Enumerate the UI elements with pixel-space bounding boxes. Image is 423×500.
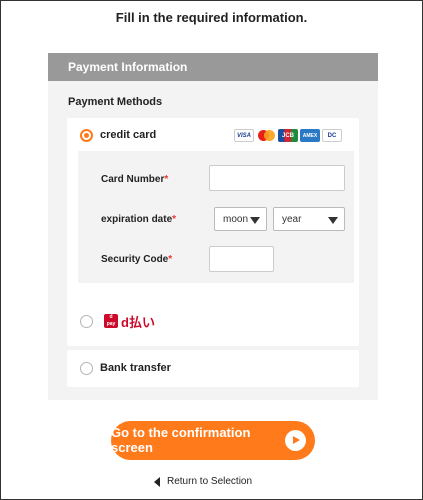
card-fields: Card Number* expiration date* moon year … <box>78 151 354 283</box>
play-arrow-icon <box>285 430 306 451</box>
dpay-logo-icon: d pay <box>104 314 118 328</box>
expiration-year-select[interactable]: year <box>273 207 345 231</box>
bank-transfer-option[interactable]: Bank transfer <box>67 350 359 387</box>
expiration-year-value: year <box>282 213 302 225</box>
expiration-month-value: moon <box>223 213 249 225</box>
credit-card-label: credit card <box>100 129 157 141</box>
expiration-date-label: expiration date* <box>101 214 177 225</box>
expiration-month-select[interactable]: moon <box>214 207 267 231</box>
dpay-logo-text: d払い <box>121 315 155 330</box>
card-number-label: Card Number* <box>101 174 169 185</box>
card-number-input[interactable] <box>209 165 345 191</box>
payment-panel: Payment Information Payment Methods cred… <box>48 53 378 400</box>
dpay-option[interactable]: d pay d払い <box>67 303 359 340</box>
return-link[interactable]: Return to Selection <box>154 476 252 487</box>
jcb-icon: JCB <box>278 129 298 142</box>
page-heading: Fill in the required information. <box>115 10 308 25</box>
panel-title: Payment Information <box>48 53 378 81</box>
security-code-label: Security Code* <box>101 254 173 265</box>
credit-card-radio[interactable] <box>80 129 93 142</box>
bank-transfer-label: Bank transfer <box>100 362 171 374</box>
card-brands: VISA JCB AMEX DC <box>234 129 342 142</box>
confirm-button-label: Go to the confirmation screen <box>111 425 251 455</box>
chevron-down-icon <box>328 217 338 224</box>
amex-icon: AMEX <box>300 129 320 142</box>
return-link-label: Return to Selection <box>167 476 253 487</box>
confirm-button[interactable]: Go to the confirmation screen <box>111 421 315 460</box>
bank-transfer-radio[interactable] <box>80 362 93 375</box>
mastercard-icon <box>256 129 276 142</box>
security-code-input[interactable] <box>209 246 274 272</box>
payment-methods-title: Payment Methods <box>68 96 163 108</box>
dpay-radio[interactable] <box>80 315 93 328</box>
diners-club-icon: DC <box>322 129 342 142</box>
caret-left-icon <box>154 476 160 487</box>
visa-icon: VISA <box>234 129 254 142</box>
chevron-down-icon <box>250 217 260 224</box>
